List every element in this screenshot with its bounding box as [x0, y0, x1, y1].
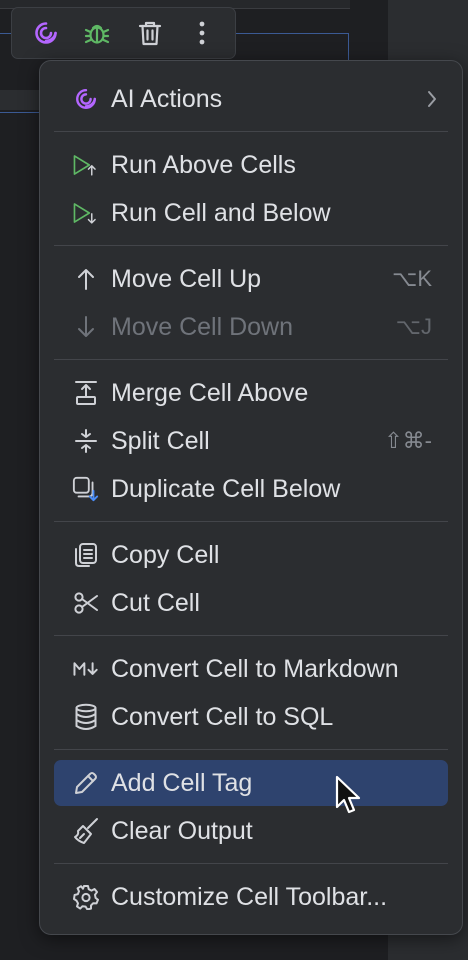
- trash-icon[interactable]: [135, 18, 165, 48]
- cell-gutter: [0, 90, 40, 110]
- debug-bug-icon[interactable]: [82, 18, 112, 48]
- cell-toolbar: [11, 7, 236, 59]
- menu-item-label: Merge Cell Above: [111, 379, 309, 407]
- run-above-icon: [72, 153, 100, 177]
- menu-item-label: Move Cell Down: [111, 313, 294, 341]
- split-icon: [72, 429, 100, 453]
- menu-item-convert-markdown[interactable]: Convert Cell to Markdown: [54, 646, 448, 692]
- menu-item-copy[interactable]: Copy Cell: [54, 532, 448, 578]
- shortcut-label: ⌥J: [395, 314, 432, 339]
- menu-item-merge-above[interactable]: Merge Cell Above: [54, 370, 448, 416]
- arrow-up-icon: [72, 267, 100, 291]
- menu-separator: [54, 131, 448, 132]
- chevron-right-icon: [426, 89, 438, 114]
- menu-item-convert-sql[interactable]: Convert Cell to SQL: [54, 694, 448, 740]
- menu-item-move-up[interactable]: Move Cell Up ⌥K: [54, 256, 448, 302]
- menu-separator: [54, 863, 448, 864]
- shortcut-label: ⇧⌘-: [384, 428, 432, 453]
- menu-item-customize-toolbar[interactable]: Customize Cell Toolbar...: [54, 874, 448, 920]
- menu-item-label: Move Cell Up: [111, 265, 262, 293]
- menu-item-label: Clear Output: [111, 817, 253, 845]
- menu-separator: [54, 749, 448, 750]
- menu-item-label: Split Cell: [111, 427, 210, 455]
- menu-item-label: Run Cell and Below: [111, 199, 331, 227]
- menu-item-label: Customize Cell Toolbar...: [111, 883, 388, 911]
- cell-context-menu: AI Actions Run Above Cells Run Cell and …: [39, 60, 463, 935]
- menu-item-run-above[interactable]: Run Above Cells: [54, 142, 448, 188]
- broom-icon: [72, 818, 100, 844]
- menu-item-label: Convert Cell to Markdown: [111, 655, 399, 683]
- pencil-icon: [72, 771, 100, 795]
- menu-item-label: Run Above Cells: [111, 151, 296, 179]
- menu-separator: [54, 635, 448, 636]
- menu-item-run-below[interactable]: Run Cell and Below: [54, 190, 448, 236]
- menu-item-label: AI Actions: [111, 85, 223, 113]
- duplicate-icon: [72, 476, 100, 502]
- shortcut-label: ⌥K: [391, 266, 432, 291]
- menu-item-cut[interactable]: Cut Cell: [54, 580, 448, 626]
- markdown-icon: [72, 657, 100, 681]
- gear-icon: [72, 885, 100, 910]
- scissors-icon: [72, 591, 100, 615]
- copy-icon: [72, 543, 100, 567]
- menu-separator: [54, 245, 448, 246]
- menu-item-add-cell-tag[interactable]: Add Cell Tag: [54, 760, 448, 806]
- mouse-cursor-icon: [334, 775, 364, 822]
- menu-separator: [54, 521, 448, 522]
- menu-item-label: Cut Cell: [111, 589, 200, 617]
- more-vertical-icon[interactable]: [187, 18, 217, 48]
- menu-separator: [54, 359, 448, 360]
- menu-item-label: Add Cell Tag: [111, 769, 253, 797]
- menu-item-label: Convert Cell to SQL: [111, 703, 334, 731]
- ai-assistant-icon: [72, 87, 100, 111]
- menu-item-label: Duplicate Cell Below: [111, 475, 341, 503]
- menu-item-move-down: Move Cell Down ⌥J: [54, 304, 448, 350]
- menu-item-duplicate[interactable]: Duplicate Cell Below: [54, 466, 448, 512]
- merge-above-icon: [72, 381, 100, 405]
- database-icon: [72, 703, 100, 730]
- menu-item-label: Copy Cell: [111, 541, 220, 569]
- arrow-down-icon: [72, 315, 100, 339]
- menu-item-clear-output[interactable]: Clear Output: [54, 808, 448, 854]
- ai-assistant-icon[interactable]: [31, 18, 61, 48]
- run-below-icon: [72, 201, 100, 225]
- menu-item-split-cell[interactable]: Split Cell ⇧⌘-: [54, 418, 448, 464]
- menu-item-ai-actions[interactable]: AI Actions: [54, 76, 448, 122]
